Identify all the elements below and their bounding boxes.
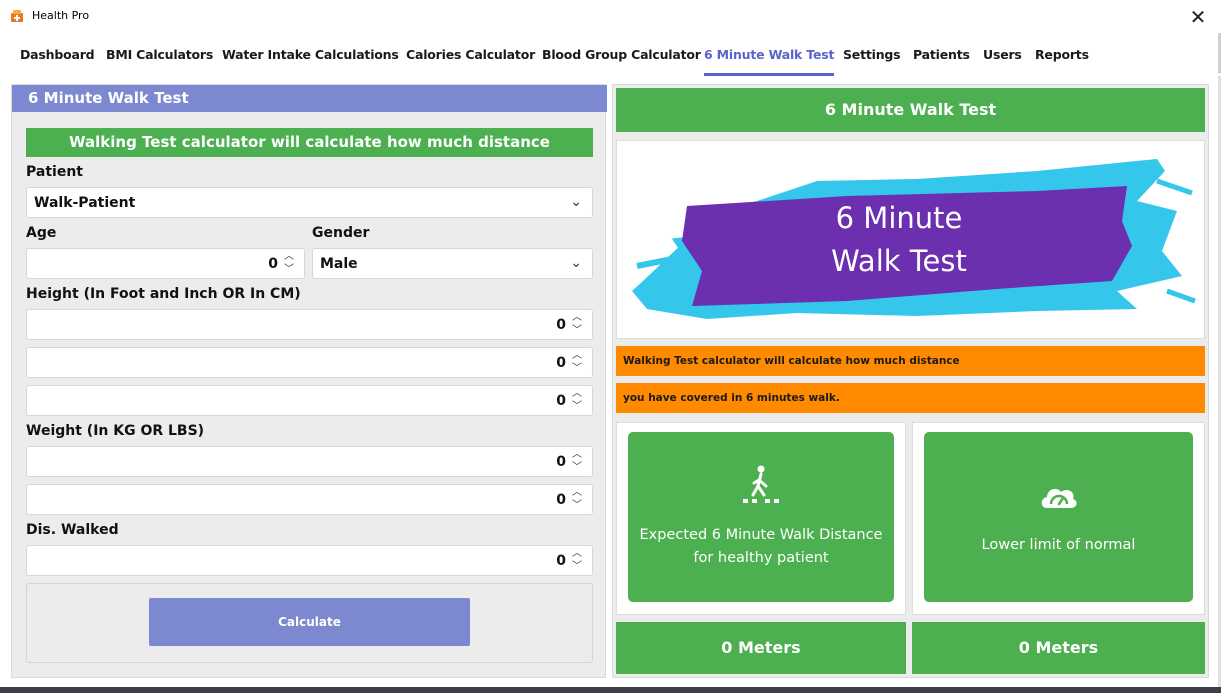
tab-dashboard[interactable]: Dashboard <box>20 36 95 76</box>
spin-up-icon[interactable]: ︿ <box>570 312 584 324</box>
calculate-button[interactable]: Calculate <box>149 598 470 646</box>
tab-users[interactable]: Users <box>983 36 1022 76</box>
title-bar: Health Pro ✕ <box>0 0 1221 33</box>
calculate-area: Calculate <box>26 583 593 663</box>
lower-limit-result: 0 Meters <box>912 622 1205 674</box>
distance-label: Dis. Walked <box>26 522 119 538</box>
walk-test-result-panel: 6 Minute Walk Test 6 Minute Walk Test Wa… <box>612 84 1209 678</box>
walk-test-form-panel: 6 Minute Walk Test Walking Test calculat… <box>11 84 607 678</box>
expected-distance-tile: Expected 6 Minute Walk Distance for heal… <box>628 432 894 602</box>
spin-up-icon[interactable]: ︿ <box>570 548 584 560</box>
lower-limit-text: Lower limit of normal <box>981 537 1136 553</box>
distance-value: 0 <box>556 553 566 569</box>
age-label: Age <box>26 225 57 241</box>
spin-up-icon[interactable]: ︿ <box>570 487 584 499</box>
form-header: 6 Minute Walk Test <box>12 85 607 112</box>
chevron-down-icon: ⌄ <box>570 194 582 210</box>
lower-limit-tile: Lower limit of normal <box>924 432 1193 602</box>
tab-patients[interactable]: Patients <box>913 36 970 76</box>
expected-distance-result: 0 Meters <box>616 622 906 674</box>
weight-label: Weight (In KG OR LBS) <box>26 423 205 439</box>
result-header: 6 Minute Walk Test <box>616 88 1205 132</box>
close-icon[interactable]: ✕ <box>1175 0 1221 33</box>
spin-down-icon[interactable]: ﹀ <box>570 363 584 375</box>
height-cm-stepper[interactable]: 0 ︿ ﹀ <box>26 385 593 416</box>
patient-select[interactable]: Walk-Patient ⌄ <box>26 187 593 218</box>
height-inch-stepper[interactable]: 0 ︿ ﹀ <box>26 347 593 378</box>
weight-lbs-stepper[interactable]: 0 ︿ ﹀ <box>26 484 593 515</box>
tab-calories-calculator[interactable]: Calories Calculator <box>406 36 535 76</box>
info-line-1: Walking Test calculator will calculate h… <box>616 346 1205 376</box>
weight-kg-value: 0 <box>556 454 566 470</box>
walk-test-hero-image: 6 Minute Walk Test <box>616 140 1205 339</box>
lower-limit-card: Lower limit of normal <box>912 422 1205 615</box>
patient-select-value: Walk-Patient <box>34 195 136 211</box>
main-tabs: Dashboard BMI Calculators Water Intake C… <box>0 36 1221 76</box>
tab-water-intake[interactable]: Water Intake Calculations <box>222 36 399 76</box>
spin-down-icon[interactable]: ﹀ <box>570 462 584 474</box>
pedestrian-crossing-icon <box>743 465 779 503</box>
weight-kg-stepper[interactable]: 0 ︿ ﹀ <box>26 446 593 477</box>
chevron-down-icon: ⌄ <box>570 255 582 271</box>
spin-down-icon[interactable]: ﹀ <box>570 325 584 337</box>
spin-down-icon[interactable]: ﹀ <box>570 500 584 512</box>
spin-down-icon[interactable]: ﹀ <box>570 401 584 413</box>
height-feet-stepper[interactable]: 0 ︿ ﹀ <box>26 309 593 340</box>
weight-lbs-value: 0 <box>556 492 566 508</box>
expected-distance-line-1: Expected 6 Minute Walk Distance <box>639 527 883 543</box>
app-icon <box>11 10 23 22</box>
distance-stepper[interactable]: 0 ︿ ﹀ <box>26 545 593 576</box>
height-inch-value: 0 <box>556 355 566 371</box>
tab-6-minute-walk-test[interactable]: 6 Minute Walk Test <box>704 36 835 76</box>
hero-line-2: Walk Test <box>831 244 967 278</box>
gender-label: Gender <box>312 225 370 241</box>
taskbar-edge <box>0 687 1221 693</box>
cloud-speedometer-icon <box>1041 488 1077 508</box>
info-line-2: you have covered in 6 minutes walk. <box>616 383 1205 413</box>
spin-down-icon[interactable]: ﹀ <box>570 561 584 573</box>
height-feet-value: 0 <box>556 317 566 333</box>
expected-distance-card: Expected 6 Minute Walk Distance for heal… <box>616 422 906 615</box>
gender-select-value: Male <box>320 256 358 272</box>
window-title: Health Pro <box>32 9 90 22</box>
age-stepper[interactable]: 0 ︿ ﹀ <box>26 248 305 279</box>
patient-label: Patient <box>26 164 83 180</box>
spin-up-icon[interactable]: ︿ <box>282 251 296 263</box>
gender-select[interactable]: Male ⌄ <box>312 248 593 279</box>
tab-bmi-calculators[interactable]: BMI Calculators <box>106 36 213 76</box>
height-cm-value: 0 <box>556 393 566 409</box>
expected-distance-line-2: for healthy patient <box>693 550 829 566</box>
age-value: 0 <box>268 256 278 272</box>
tab-blood-group[interactable]: Blood Group Calculator <box>542 36 701 76</box>
tab-settings[interactable]: Settings <box>843 36 901 76</box>
spin-up-icon[interactable]: ︿ <box>570 449 584 461</box>
spin-up-icon[interactable]: ︿ <box>570 388 584 400</box>
spin-down-icon[interactable]: ﹀ <box>282 264 296 276</box>
form-banner: Walking Test calculator will calculate h… <box>26 128 593 157</box>
hero-line-1: 6 Minute <box>836 201 963 235</box>
brush-banner-graphic: 6 Minute Walk Test <box>632 159 1196 319</box>
height-label: Height (In Foot and Inch OR In CM) <box>26 286 301 302</box>
tab-reports[interactable]: Reports <box>1035 36 1089 76</box>
spin-up-icon[interactable]: ︿ <box>570 350 584 362</box>
